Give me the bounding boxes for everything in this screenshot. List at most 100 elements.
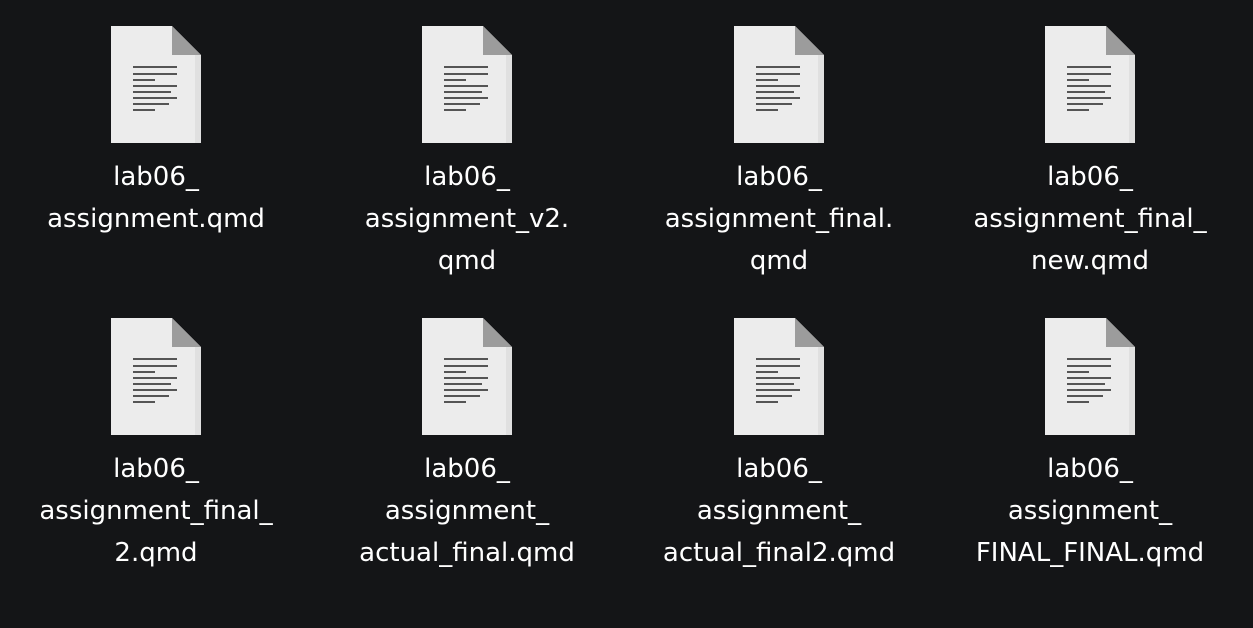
file-name[interactable]: lab06_ assignment_final_ new.qmd (945, 156, 1235, 282)
page-text-line (1067, 358, 1111, 360)
page-text-line (133, 109, 155, 111)
page-fold (1106, 26, 1135, 55)
page-text-line (1067, 73, 1111, 75)
page-text-line (444, 73, 488, 75)
file-item[interactable]: lab06_ assignment_ FINAL_FINAL.qmd (945, 318, 1235, 574)
page-text-line (1067, 389, 1111, 391)
page-text-line (1067, 109, 1089, 111)
file-name-line: assignment_final. (664, 204, 894, 234)
page-text-line (756, 383, 794, 385)
file-name-line: assignment.qmd (47, 204, 265, 234)
file-item[interactable]: lab06_ assignment_ actual_final.qmd (322, 318, 612, 574)
page-text-line (133, 377, 177, 379)
page-text-line (133, 91, 171, 93)
page-text-line (756, 79, 778, 81)
file-name-line: actual_final2.qmd (662, 538, 896, 568)
page-text-line (756, 66, 800, 68)
file-item[interactable]: lab06_ assignment_final_ 2.qmd (11, 318, 301, 574)
file-name-line: 2.qmd (114, 538, 198, 568)
document-icon (422, 26, 512, 143)
page-text-line (133, 358, 177, 360)
file-name[interactable]: lab06_ assignment_ actual_final.qmd (322, 448, 612, 574)
file-name-line: lab06_ (424, 162, 510, 192)
page-text-line (756, 85, 800, 87)
page-text-line (756, 377, 800, 379)
page-edge (1129, 55, 1135, 143)
page-fold (795, 318, 824, 347)
page-text-line (756, 358, 800, 360)
page-fold (795, 26, 824, 55)
page-text-line (1067, 395, 1103, 397)
page-text-line (444, 365, 488, 367)
page-text-line (756, 73, 800, 75)
page-edge (195, 55, 201, 143)
file-name[interactable]: lab06_ assignment_v2. qmd (322, 156, 612, 282)
document-icon (734, 318, 824, 435)
page-text-line (133, 73, 177, 75)
page-edge (818, 347, 824, 435)
file-name-line: assignment_ (696, 496, 862, 526)
file-name-line: lab06_ (113, 454, 199, 484)
file-name[interactable]: lab06_ assignment_final_ 2.qmd (11, 448, 301, 574)
file-name-line: lab06_ (424, 454, 510, 484)
file-item[interactable]: lab06_ assignment_final. qmd (634, 26, 924, 282)
document-icon (111, 26, 201, 143)
page-text-line (756, 401, 778, 403)
file-name[interactable]: lab06_ assignment_final. qmd (634, 156, 924, 282)
page-text-line (133, 401, 155, 403)
page-text-line (133, 365, 177, 367)
file-item[interactable]: lab06_ assignment_v2. qmd (322, 26, 612, 282)
page-text-line (444, 389, 488, 391)
page-text-line (444, 383, 482, 385)
page-edge (1129, 347, 1135, 435)
page-text-line (756, 365, 800, 367)
file-name-line: assignment_ (384, 496, 550, 526)
file-item[interactable]: lab06_ assignment_final_ new.qmd (945, 26, 1235, 282)
page-text-line (444, 358, 488, 360)
page-text-line (444, 395, 480, 397)
file-name-line: qmd (749, 246, 809, 276)
page-text-line (133, 389, 177, 391)
page-text-line (1067, 66, 1111, 68)
document-icon (734, 26, 824, 143)
page-text-line (1067, 103, 1103, 105)
page-edge (195, 347, 201, 435)
page-text-line (133, 85, 177, 87)
page-text-line (444, 97, 488, 99)
page-text-line (133, 371, 155, 373)
page-text-line (1067, 383, 1105, 385)
page-edge (506, 55, 512, 143)
page-text-line (444, 401, 466, 403)
file-name[interactable]: lab06_ assignment_ FINAL_FINAL.qmd (945, 448, 1235, 574)
page-fold (483, 318, 512, 347)
page-fold (172, 26, 201, 55)
file-item[interactable]: lab06_ assignment_ actual_final2.qmd (634, 318, 924, 574)
page-text-line (756, 371, 778, 373)
file-name-line: actual_final.qmd (359, 538, 575, 568)
page-text-line (1067, 377, 1111, 379)
page-text-line (1067, 97, 1111, 99)
document-icon (1045, 318, 1135, 435)
page-text-line (133, 383, 171, 385)
page-text-line (1067, 371, 1089, 373)
page-fold (1106, 318, 1135, 347)
page-text-line (133, 395, 169, 397)
page-text-line (444, 109, 466, 111)
page-text-line (756, 103, 792, 105)
page-text-line (1067, 85, 1111, 87)
file-name-line: assignment_v2. (364, 204, 570, 234)
page-text-line (444, 85, 488, 87)
file-name-line: assignment_final_ (39, 496, 273, 526)
page-text-line (1067, 91, 1105, 93)
page-text-line (444, 91, 482, 93)
page-text-line (756, 109, 778, 111)
page-text-line (133, 66, 177, 68)
page-text-line (756, 389, 800, 391)
file-name-line: lab06_ (736, 454, 822, 484)
file-name-line: new.qmd (1031, 246, 1149, 276)
page-fold (483, 26, 512, 55)
file-item[interactable]: lab06_ assignment.qmd (11, 26, 301, 240)
file-name[interactable]: lab06_ assignment_ actual_final2.qmd (634, 448, 924, 574)
file-name[interactable]: lab06_ assignment.qmd (11, 156, 301, 240)
page-text-line (133, 103, 169, 105)
